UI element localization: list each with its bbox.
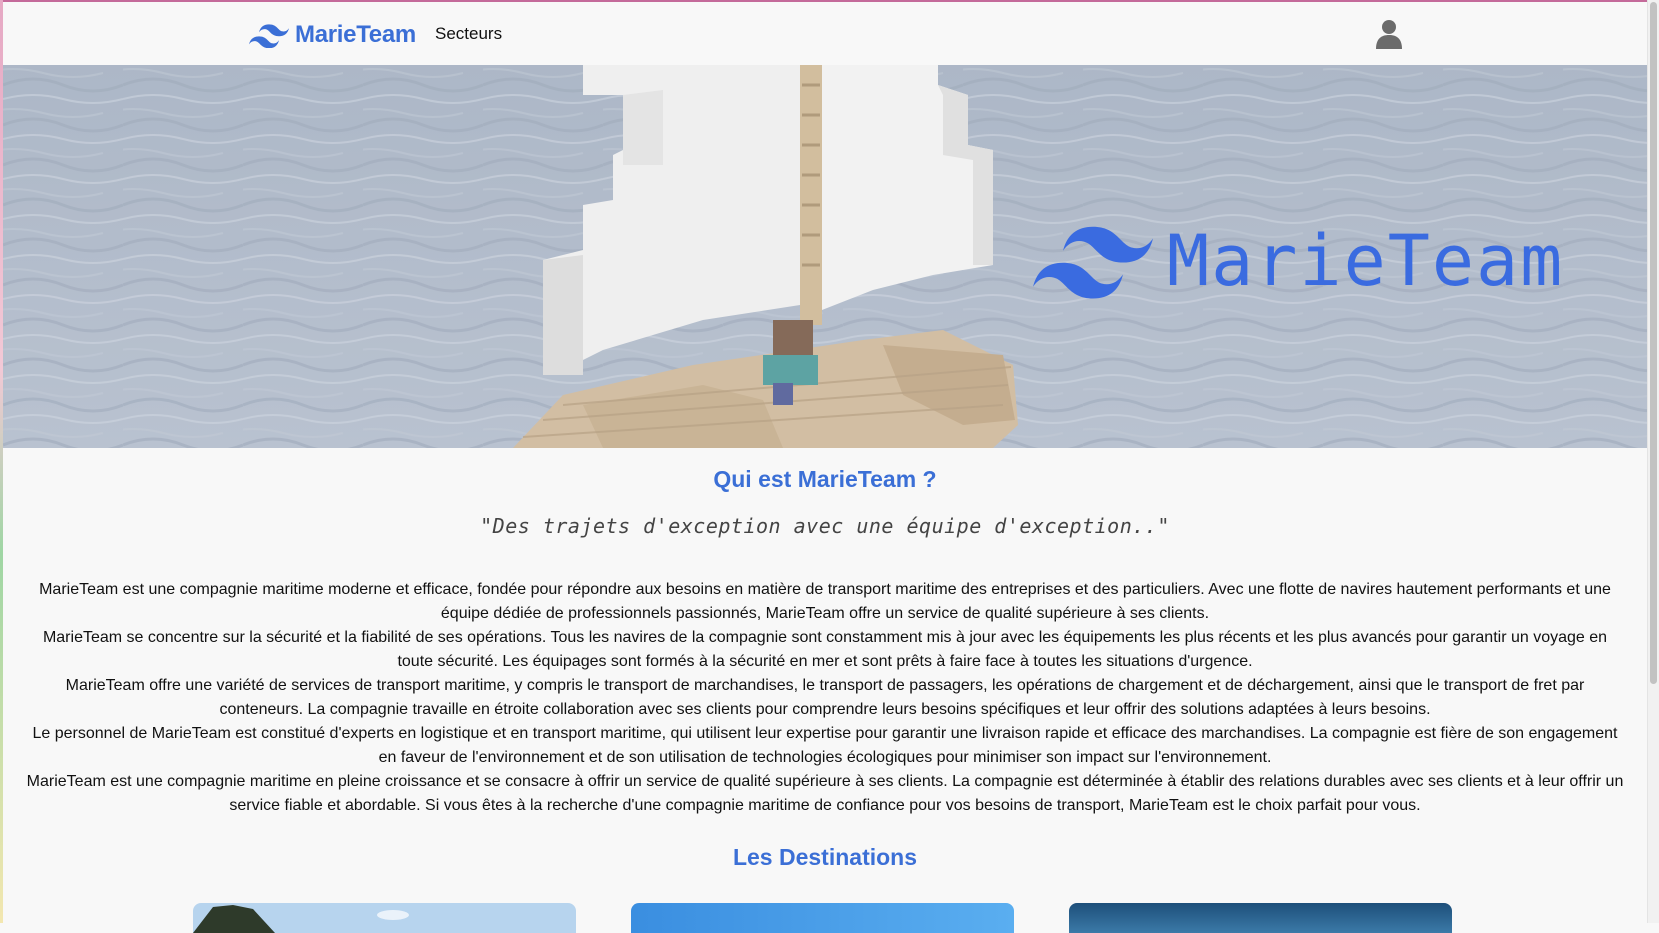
- page-scrollbar[interactable]: [1647, 0, 1659, 923]
- about-title: Qui est MarieTeam ?: [713, 466, 937, 492]
- waves-logo-icon: [249, 24, 289, 48]
- brand-name: MarieTeam: [295, 21, 416, 48]
- destination-photo-sky: [631, 903, 1014, 933]
- navbar: MarieTeam Secteurs: [3, 2, 1647, 65]
- about-text: MarieTeam est une compagnie maritime mod…: [23, 578, 1627, 818]
- destination-card[interactable]: [631, 903, 1014, 933]
- about-paragraph: MarieTeam offre une variété de services …: [65, 677, 1585, 718]
- destination-card[interactable]: [193, 903, 576, 933]
- destination-cards: [3, 903, 1647, 933]
- about-paragraph: MarieTeam est une compagnie maritime mod…: [39, 581, 1611, 622]
- nav-link-secteurs[interactable]: Secteurs: [435, 24, 502, 44]
- brand-link[interactable]: MarieTeam: [249, 20, 416, 50]
- destination-photo-coast-trees: [193, 903, 576, 933]
- about-paragraph: MarieTeam est une compagnie maritime en …: [26, 773, 1624, 814]
- scrollbar-thumb[interactable]: [1650, 2, 1657, 684]
- waves-logo-icon: [1033, 226, 1153, 299]
- hero-logo: MarieTeam: [1033, 220, 1564, 302]
- hero-banner: MarieTeam: [3, 65, 1647, 448]
- about-paragraph: MarieTeam se concentre sur la sécurité e…: [42, 629, 1608, 670]
- about-quote: "Des trajets d'exception avec une équipe…: [480, 514, 1170, 538]
- destinations-title: Les Destinations: [732, 844, 918, 870]
- hero-logo-text: MarieTeam: [1167, 220, 1565, 302]
- about-paragraph: Le personnel de MarieTeam est constitué …: [32, 725, 1618, 766]
- destination-photo-sea: [1069, 903, 1452, 933]
- destination-card[interactable]: [1069, 903, 1452, 933]
- user-icon[interactable]: [1375, 19, 1403, 49]
